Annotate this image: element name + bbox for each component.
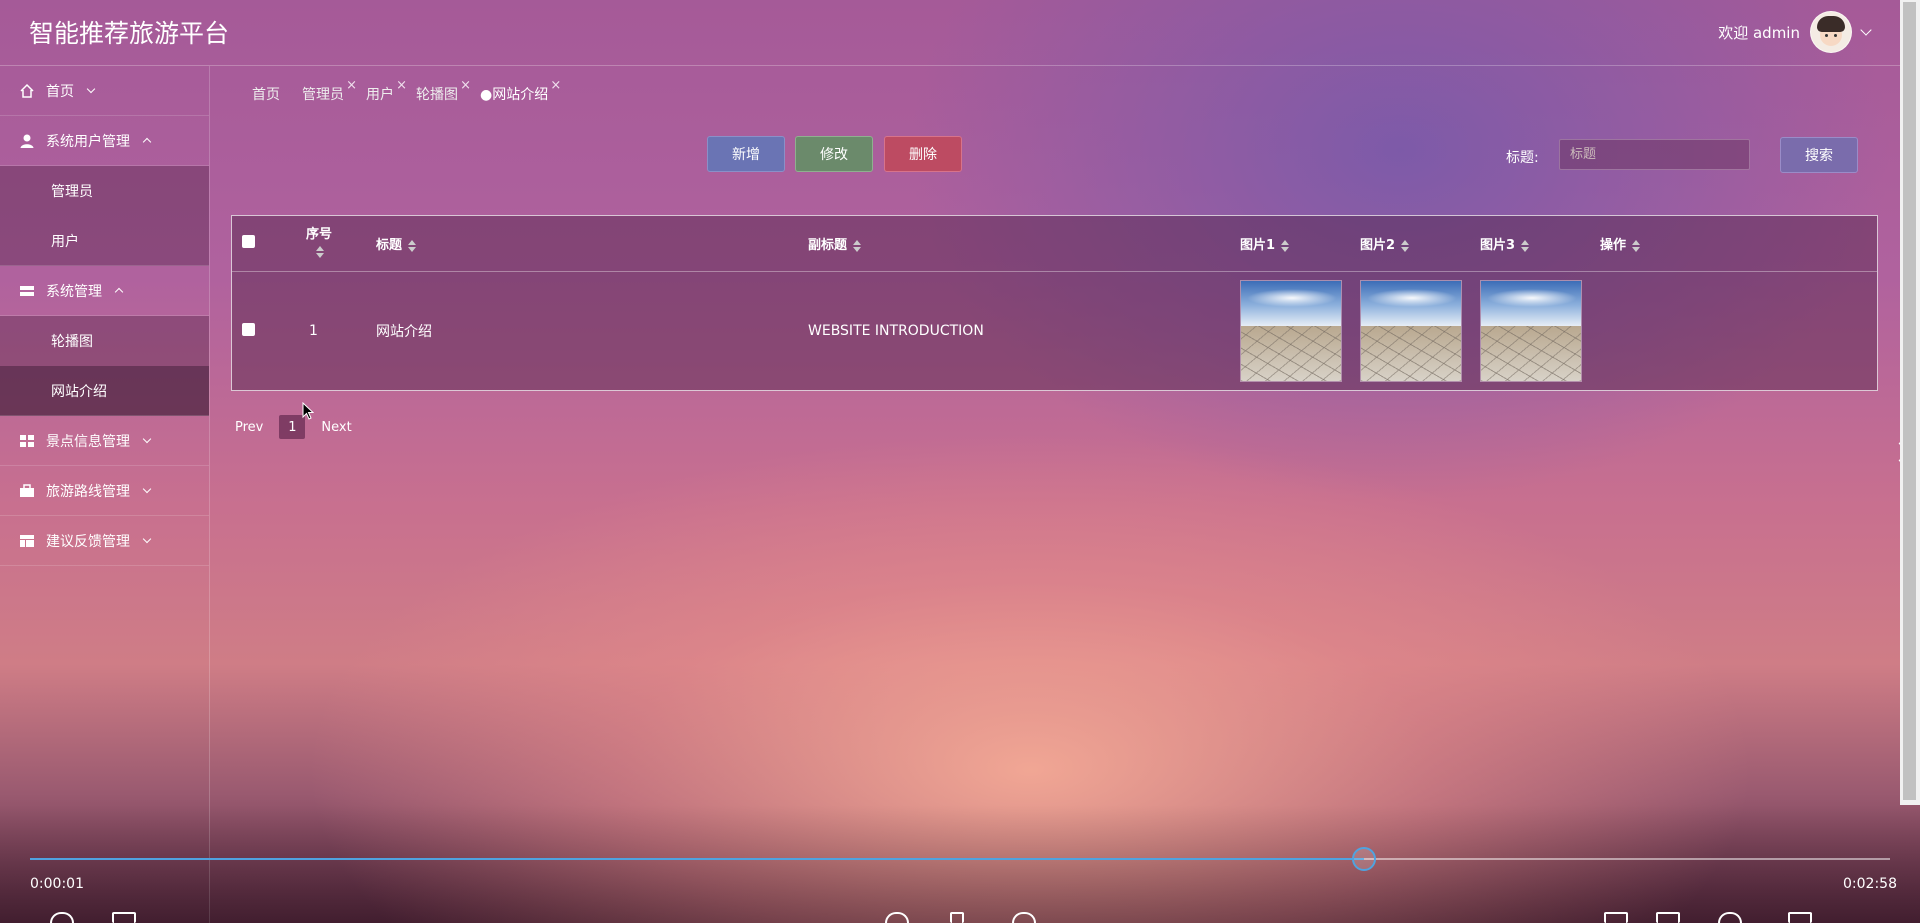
sidebar: 首页 系统用户管理 管理员 用户 系统管理 轮播图 网站介绍 景点信息管理 旅游… — [0, 66, 210, 923]
video-progress-knob[interactable] — [1351, 847, 1376, 871]
sort-icon[interactable] — [853, 239, 862, 252]
column-header-image1[interactable]: 图片1 — [1240, 216, 1360, 272]
column-header-image3[interactable]: 图片3 — [1480, 216, 1600, 272]
video-progress-fill — [30, 858, 1364, 860]
add-button[interactable]: 新增 — [707, 136, 785, 172]
top-header: 智能推荐旅游平台 欢迎 admin — [0, 0, 1900, 66]
duration-time: 0:02:58 — [1843, 876, 1897, 892]
sort-icon[interactable] — [1281, 239, 1290, 252]
sidebar-item-admins[interactable]: 管理员 — [0, 166, 209, 216]
close-icon[interactable]: × — [396, 78, 407, 93]
sort-icon[interactable] — [1401, 239, 1410, 252]
sidebar-item-label: 系统管理 — [46, 283, 102, 300]
tab-site-intro[interactable]: ●网站介绍 × — [480, 78, 561, 104]
chevron-down-icon — [142, 534, 152, 543]
mouse-cursor-icon — [302, 402, 314, 420]
sidebar-item-system[interactable]: 系统管理 — [0, 266, 209, 316]
sidebar-item-feedback[interactable]: 建议反馈管理 — [0, 516, 209, 566]
column-header-title[interactable]: 标题 — [376, 216, 808, 272]
sort-icon[interactable] — [408, 239, 417, 252]
row-checkbox[interactable] — [242, 322, 255, 336]
sidebar-item-users[interactable]: 用户 — [0, 216, 209, 266]
sidebar-item-label: 系统用户管理 — [46, 133, 130, 150]
grid-icon — [18, 432, 36, 450]
tab-admins[interactable]: 管理员 × — [302, 78, 357, 104]
data-table: 序号 标题 副标题 图片1 图片2 图片3 操作 1 网站介绍 WEBSITE … — [231, 215, 1878, 391]
scrollbar-thumb[interactable] — [1903, 2, 1916, 800]
prev-button[interactable]: Prev — [235, 420, 263, 435]
select-all-checkbox[interactable] — [242, 235, 255, 248]
sidebar-item-label: 首页 — [46, 83, 74, 100]
layout-icon — [18, 532, 36, 550]
chevron-up-icon — [142, 137, 152, 147]
sidebar-item-carousel[interactable]: 轮播图 — [0, 316, 209, 366]
table-header-row: 序号 标题 副标题 图片1 图片2 图片3 操作 — [232, 216, 1877, 272]
search-button[interactable]: 搜索 — [1780, 137, 1858, 173]
chevron-down-icon — [142, 434, 152, 443]
tab-carousel[interactable]: 轮播图 × — [416, 78, 471, 104]
tab-bar: 首页 管理员 × 用户 × 轮播图 × ●网站介绍 × — [252, 78, 570, 104]
app-title: 智能推荐旅游平台 — [29, 19, 230, 48]
edit-button[interactable]: 修改 — [795, 136, 873, 172]
cell-title: 网站介绍 — [376, 324, 432, 340]
fullscreen-icon[interactable] — [1788, 912, 1812, 923]
briefcase-icon — [18, 482, 36, 500]
tab-home[interactable]: 首页 — [252, 84, 280, 104]
cell-subtitle: WEBSITE INTRODUCTION — [808, 323, 984, 339]
video-controls — [0, 805, 1920, 923]
play-icon[interactable] — [950, 912, 964, 923]
sort-icon[interactable] — [1521, 239, 1530, 252]
close-icon[interactable]: × — [550, 78, 561, 93]
scrollbar[interactable] — [1900, 0, 1920, 805]
column-header-actions[interactable]: 操作 — [1600, 216, 1877, 272]
sidebar-item-home[interactable]: 首页 — [0, 66, 209, 116]
system-icon — [18, 282, 36, 300]
sort-icon[interactable] — [1632, 239, 1641, 252]
search-input[interactable] — [1559, 139, 1750, 170]
column-header-index[interactable]: 序号 — [306, 216, 376, 272]
current-time: 0:00:01 — [30, 876, 84, 892]
chevron-up-icon — [114, 287, 124, 297]
image-thumbnail[interactable] — [1360, 280, 1462, 382]
sidebar-item-routes[interactable]: 旅游路线管理 — [0, 466, 209, 516]
user-icon — [18, 132, 36, 150]
table-row: 1 网站介绍 WEBSITE INTRODUCTION — [232, 272, 1877, 391]
cell-index: 1 — [309, 323, 318, 339]
chevron-down-icon — [86, 84, 96, 93]
chevron-down-icon — [142, 484, 152, 493]
chevron-down-icon[interactable] — [1860, 24, 1872, 36]
sidebar-item-site-intro[interactable]: 网站介绍 — [0, 366, 209, 416]
search-label: 标题: — [1506, 150, 1539, 166]
welcome-text: 欢迎 admin — [1718, 23, 1800, 42]
user-menu[interactable]: 欢迎 admin — [1718, 11, 1872, 53]
column-header-subtitle[interactable]: 副标题 — [808, 216, 1240, 272]
sidebar-item-label: 建议反馈管理 — [46, 533, 130, 550]
close-icon[interactable]: × — [346, 78, 357, 93]
image-thumbnail[interactable] — [1240, 280, 1342, 382]
close-icon[interactable]: × — [460, 78, 471, 93]
sort-icon[interactable] — [316, 246, 324, 258]
captions-icon[interactable] — [112, 912, 136, 923]
sidebar-item-label: 旅游路线管理 — [46, 483, 130, 500]
sidebar-item-attractions[interactable]: 景点信息管理 — [0, 416, 209, 466]
sidebar-item-system-users[interactable]: 系统用户管理 — [0, 116, 209, 166]
video-progress-bar[interactable] — [30, 847, 1890, 871]
cell-actions — [1600, 272, 1877, 391]
avatar[interactable] — [1810, 11, 1852, 53]
edit-icon[interactable] — [1604, 912, 1628, 923]
tab-users[interactable]: 用户 × — [366, 78, 407, 104]
column-header-image2[interactable]: 图片2 — [1360, 216, 1480, 272]
delete-button[interactable]: 删除 — [884, 136, 962, 172]
home-icon — [18, 82, 36, 100]
next-button[interactable]: Next — [321, 420, 351, 435]
pagination: Prev 1 Next — [235, 415, 352, 439]
screen-icon[interactable] — [1656, 912, 1680, 923]
image-thumbnail[interactable] — [1480, 280, 1582, 382]
sidebar-item-label: 景点信息管理 — [46, 433, 130, 450]
